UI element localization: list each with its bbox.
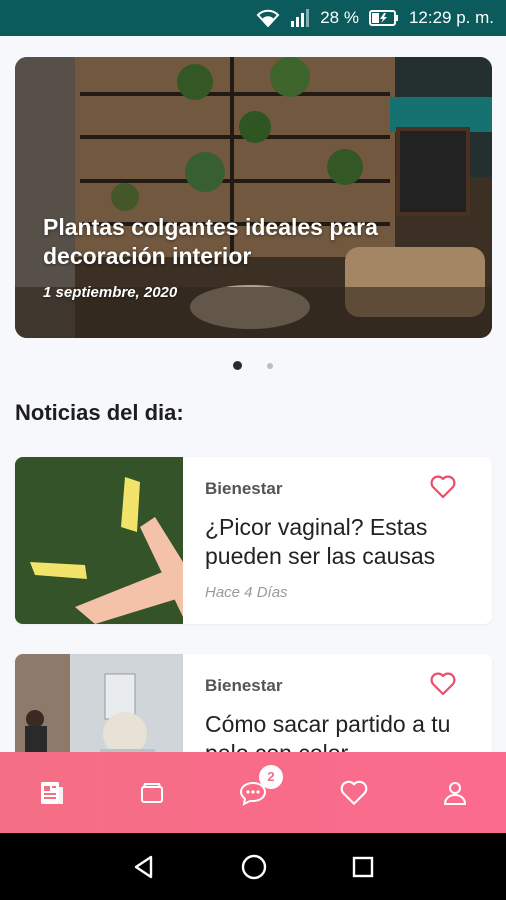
profile-icon <box>444 781 467 805</box>
recents-icon[interactable] <box>351 855 375 879</box>
system-nav-bar <box>0 833 506 900</box>
nav-wallet[interactable] <box>122 763 182 823</box>
heart-icon <box>340 780 368 805</box>
heart-icon[interactable] <box>430 672 456 696</box>
news-thumbnail <box>15 457 183 624</box>
featured-article-card[interactable]: Plantas colgantes ideales para decoració… <box>15 57 492 338</box>
wallet-icon <box>140 782 163 803</box>
clock: 12:29 p. m. <box>408 8 494 27</box>
nav-favorites[interactable] <box>324 763 384 823</box>
news-time: Hace 4 Días <box>205 584 288 601</box>
featured-article-title: Plantas colgantes ideales para decoració… <box>43 214 378 269</box>
chat-badge: 2 <box>258 764 283 789</box>
back-icon[interactable] <box>131 854 157 880</box>
home-icon[interactable] <box>240 853 268 881</box>
news-category: Bienestar <box>205 479 283 498</box>
carousel-pager <box>0 361 506 370</box>
signal-icon <box>290 9 310 27</box>
news-card[interactable]: Bienestar ¿Picor vaginal? Estas pueden s… <box>15 457 492 624</box>
news-headline: ¿Picor vaginal? Estas pueden ser las cau… <box>205 514 436 569</box>
battery-icon <box>368 10 399 26</box>
bottom-nav: 2 <box>0 752 506 833</box>
section-title: Noticias del dia: <box>15 400 184 425</box>
heart-icon[interactable] <box>430 475 456 499</box>
nav-chat[interactable]: 2 <box>223 763 283 823</box>
battery-percent: 28 % <box>320 8 359 27</box>
pager-dot[interactable] <box>267 362 273 369</box>
nav-profile[interactable] <box>425 763 485 823</box>
nav-news[interactable] <box>21 763 81 823</box>
featured-article-date: 1 septiembre, 2020 <box>43 284 178 301</box>
status-bar: 28 % 12:29 p. m. <box>0 0 506 36</box>
news-icon <box>40 781 63 804</box>
pager-dot-active[interactable] <box>233 361 242 370</box>
news-category: Bienestar <box>205 676 283 695</box>
wifi-icon <box>256 9 280 27</box>
